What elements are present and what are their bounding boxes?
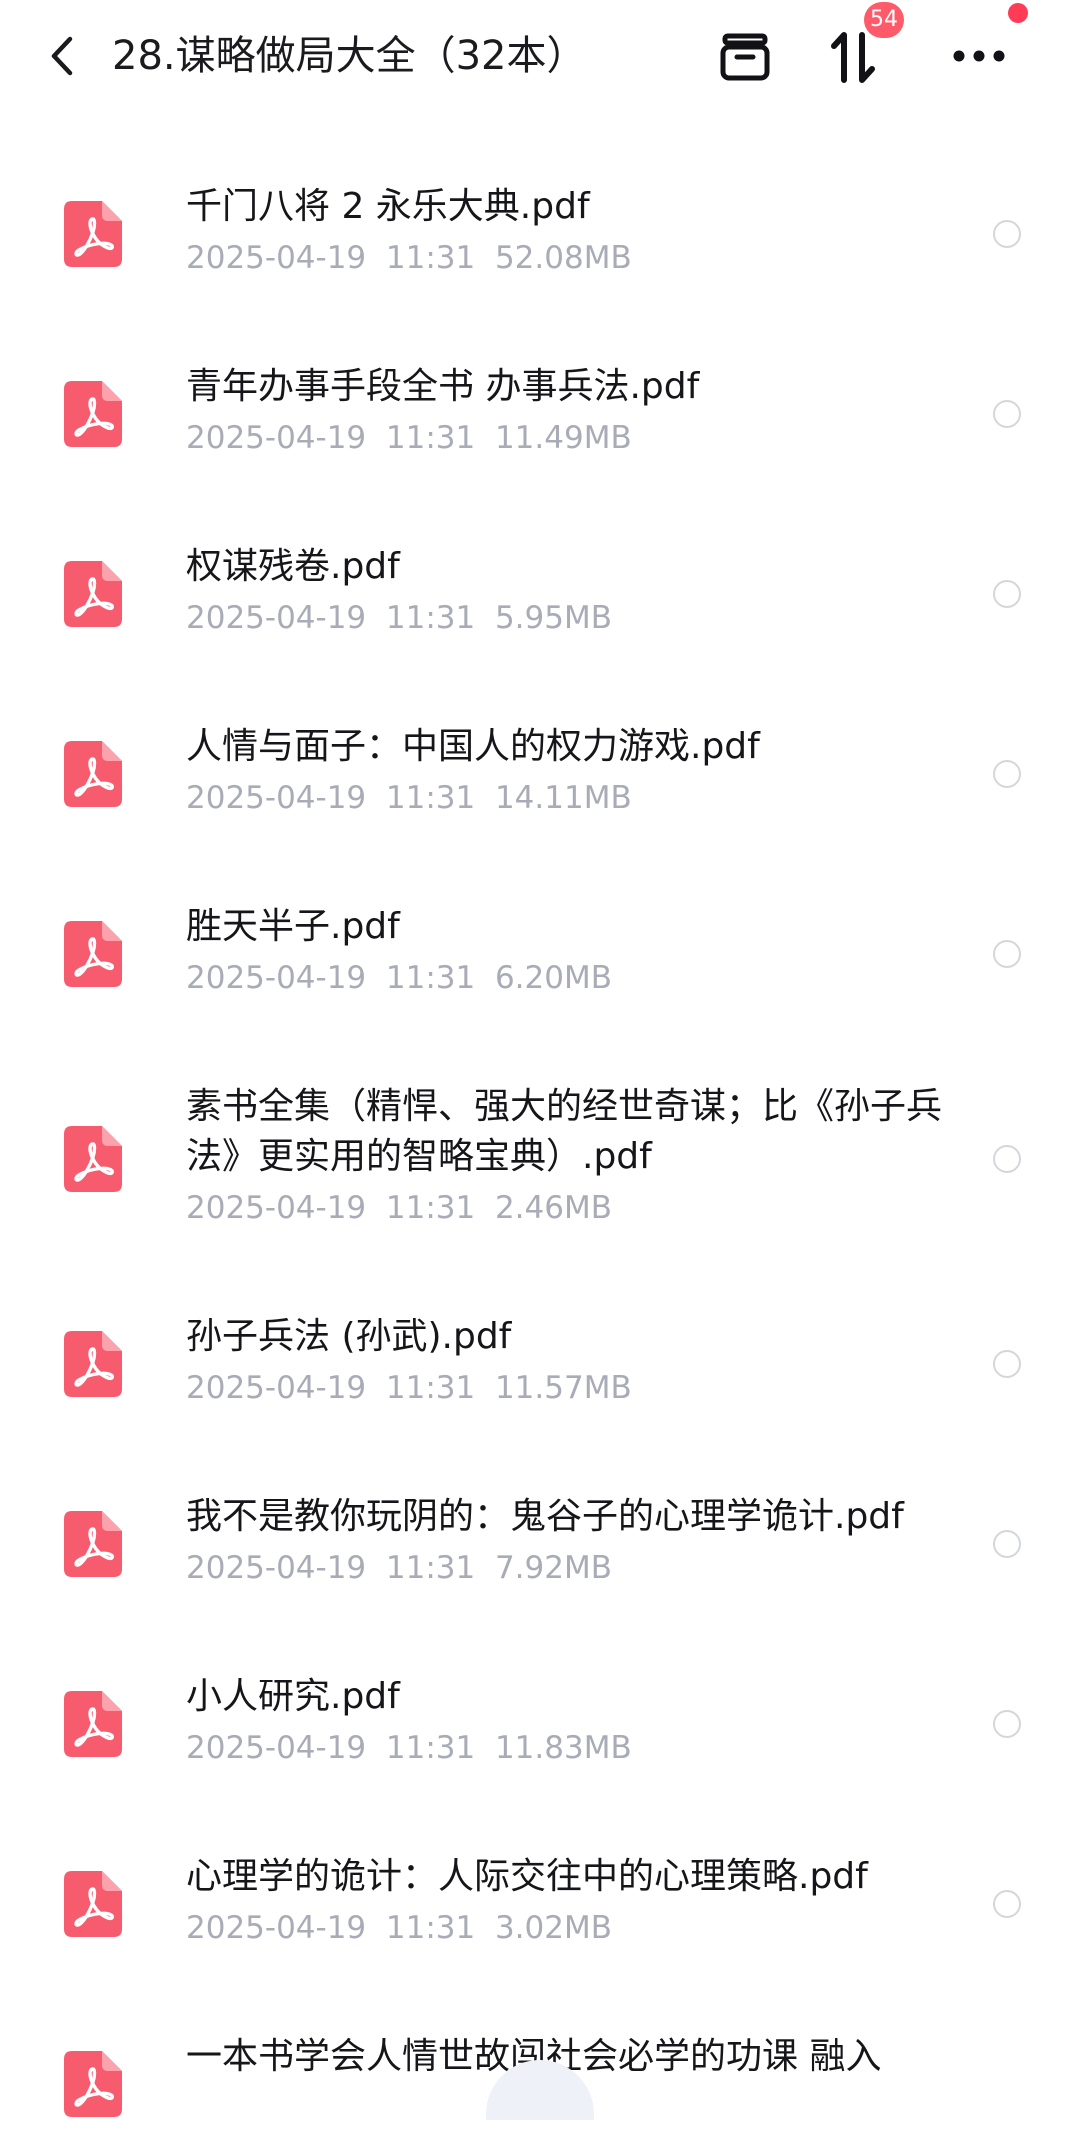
file-name: 千门八将 2 永乐大典.pdf [186,186,590,227]
file-name: 青年办事手段全书 办事兵法.pdf [186,366,700,407]
file-time: 11:31 [385,420,476,456]
file-time: 11:31 [385,240,476,276]
file-size: 11.57MB [494,1370,632,1406]
pdf-file-icon [64,1691,122,1757]
page-title: 28.谋略做局大全（32本） [112,33,587,79]
notification-dot [1008,3,1028,23]
file-meta: 2025-04-19 11:31 52.08MB [186,238,632,278]
select-radio[interactable] [993,1530,1021,1558]
file-meta: 2025-04-19 11:31 11.49MB [186,418,632,458]
file-size: 11.83MB [494,1730,632,1766]
file-time: 11:31 [385,1550,476,1586]
top-bar: 28.谋略做局大全（32本） 54 [0,0,1080,112]
back-button[interactable] [40,30,84,82]
file-list-item[interactable]: 心理学的诡计：人际交往中的心理策略.pdf 2025-04-19 11:31 3.… [0,1782,1080,1962]
file-name: 权谋残卷.pdf [186,546,400,587]
file-size: 7.92MB [494,1550,612,1586]
file-meta: 2025-04-19 11:31 2.46MB [186,1188,612,1228]
select-radio[interactable] [993,1350,1021,1378]
file-name: 素书全集（精悍、强大的经世奇谋；比《孙子兵法》更实用的智略宝典）.pdf [186,1086,943,1177]
file-time: 11:31 [385,1190,476,1226]
pdf-file-icon [64,1871,122,1937]
file-meta: 2025-04-19 11:31 6.20MB [186,958,612,998]
file-time: 11:31 [385,1370,476,1406]
file-date: 2025-04-19 [186,1370,367,1406]
select-radio[interactable] [993,1710,1021,1738]
file-name: 心理学的诡计：人际交往中的心理策略.pdf [186,1856,868,1897]
file-list-item[interactable]: 小人研究.pdf 2025-04-19 11:31 11.83MB [0,1602,1080,1782]
file-date: 2025-04-19 [186,1730,367,1766]
file-date: 2025-04-19 [186,240,367,276]
file-list-item[interactable]: 青年办事手段全书 办事兵法.pdf 2025-04-19 11:31 11.49M… [0,292,1080,472]
file-size: 6.20MB [494,960,612,996]
pdf-file-icon [64,201,122,267]
select-radio[interactable] [993,400,1021,428]
archive-button[interactable] [714,26,776,88]
select-radio[interactable] [993,760,1021,788]
file-list-item[interactable]: 孙子兵法 (孙武).pdf 2025-04-19 11:31 11.57MB [0,1242,1080,1422]
file-time: 11:31 [385,780,476,816]
pdf-file-icon [64,1511,122,1577]
pdf-file-icon [64,921,122,987]
select-radio[interactable] [993,1145,1021,1173]
select-radio[interactable] [993,580,1021,608]
more-button[interactable] [946,28,1012,84]
chevron-left-icon [51,36,73,76]
file-time: 11:31 [385,1730,476,1766]
select-radio[interactable] [993,220,1021,248]
file-name: 我不是教你玩阴的：鬼谷子的心理学诡计.pdf [186,1496,904,1537]
file-list-item[interactable]: 胜天半子.pdf 2025-04-19 11:31 6.20MB [0,832,1080,1012]
file-list-item[interactable]: 素书全集（精悍、强大的经世奇谋；比《孙子兵法》更实用的智略宝典）.pdf 2025… [0,1012,1080,1242]
file-size: 2.46MB [494,1190,612,1226]
file-meta: 2025-04-19 11:31 11.83MB [186,1728,632,1768]
file-date: 2025-04-19 [186,420,367,456]
file-name: 小人研究.pdf [186,1676,400,1717]
select-radio[interactable] [993,1890,1021,1918]
file-date: 2025-04-19 [186,1550,367,1586]
file-size: 11.49MB [494,420,632,456]
pdf-file-icon [64,381,122,447]
file-list-item[interactable]: 权谋残卷.pdf 2025-04-19 11:31 5.95MB [0,472,1080,652]
file-date: 2025-04-19 [186,1910,367,1946]
pdf-file-icon [64,1331,122,1397]
file-name: 孙子兵法 (孙武).pdf [186,1316,512,1357]
file-meta: 2025-04-19 11:31 14.11MB [186,778,632,818]
file-list-item[interactable]: 千门八将 2 永乐大典.pdf 2025-04-19 11:31 52.08MB [0,112,1080,292]
file-date: 2025-04-19 [186,600,367,636]
up-down-arrows-icon [831,32,875,83]
file-name: 胜天半子.pdf [186,906,400,947]
pdf-file-icon [64,741,122,807]
pdf-file-icon [64,2051,122,2117]
file-name: 人情与面子：中国人的权力游戏.pdf [186,726,760,767]
file-list-item[interactable]: 我不是教你玩阴的：鬼谷子的心理学诡计.pdf 2025-04-19 11:31 7… [0,1422,1080,1602]
file-meta: 2025-04-19 11:31 5.95MB [186,598,612,638]
file-time: 11:31 [385,960,476,996]
file-date: 2025-04-19 [186,960,367,996]
file-list-item[interactable]: 人情与面子：中国人的权力游戏.pdf 2025-04-19 11:31 14.11… [0,652,1080,832]
select-radio[interactable] [993,940,1021,968]
file-date: 2025-04-19 [186,1190,367,1226]
file-meta: 2025-04-19 11:31 3.02MB [186,1908,612,1948]
pdf-file-icon [64,561,122,627]
file-date: 2025-04-19 [186,780,367,816]
archive-box-icon [720,33,770,81]
file-time: 11:31 [385,600,476,636]
file-meta: 2025-04-19 11:31 11.57MB [186,1368,632,1408]
file-size: 3.02MB [494,1910,612,1946]
pdf-file-icon [64,1126,122,1192]
file-size: 14.11MB [494,780,632,816]
file-time: 11:31 [385,1910,476,1946]
file-size: 52.08MB [494,240,632,276]
file-meta: 2025-04-19 11:31 7.92MB [186,1548,612,1588]
file-size: 5.95MB [494,600,612,636]
transfer-count-badge: 54 [864,2,904,38]
more-dots-icon [953,50,1005,62]
